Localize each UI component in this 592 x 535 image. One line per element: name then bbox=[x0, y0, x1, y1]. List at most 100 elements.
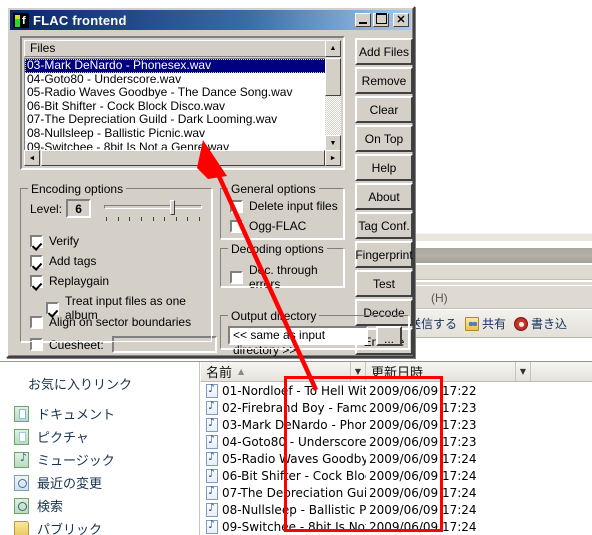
files-horizontal-scrollbar[interactable]: ◄ ► bbox=[24, 150, 341, 166]
list-item[interactable]: 02-Firebrand Boy - Famous… 2009/06/09 17… bbox=[201, 399, 592, 416]
files-list[interactable]: 03-Mark DeNardo - Phonesex.wav 04-Goto80… bbox=[24, 58, 327, 152]
list-item[interactable]: 03-Mark DeNardo - Phonesex.wav bbox=[25, 59, 326, 73]
scroll-right-button[interactable]: ► bbox=[325, 150, 341, 166]
checkbox-align-sector[interactable]: Align on sector boundaries bbox=[30, 315, 191, 329]
checkbox-replaygain-box[interactable] bbox=[30, 274, 43, 288]
files-scroll-up-button[interactable]: ▲ bbox=[325, 40, 341, 57]
checkbox-dec-through-errors-box[interactable] bbox=[230, 270, 243, 284]
toolbar-burn[interactable]: 書き込 bbox=[514, 315, 567, 332]
checkbox-add-tags-box[interactable] bbox=[30, 254, 43, 268]
column-header-name[interactable]: 名前 ▲ bbox=[201, 362, 351, 381]
checkbox-one-album-box[interactable] bbox=[46, 301, 59, 315]
slider-track[interactable] bbox=[104, 205, 202, 209]
music-file-icon bbox=[206, 502, 218, 517]
browse-button[interactable]: ... bbox=[376, 326, 402, 346]
music-file-icon bbox=[206, 451, 218, 466]
cuesheet-input[interactable] bbox=[111, 336, 217, 353]
cuesheet-row[interactable]: Cuesheet: bbox=[30, 336, 217, 353]
file-name-cell: 06-Bit Shifter - Cock Block… bbox=[201, 468, 366, 483]
list-item[interactable]: 05-Radio Waves Goodbye - … 2009/06/09 17… bbox=[201, 450, 592, 467]
fingerprint-button[interactable]: Fingerprint bbox=[355, 241, 413, 268]
pictures-icon bbox=[14, 428, 29, 445]
checkbox-ogg-flac-box[interactable] bbox=[230, 219, 243, 233]
sort-ascending-icon: ▲ bbox=[238, 367, 245, 376]
checkbox-verify[interactable]: Verify bbox=[30, 234, 79, 248]
list-item[interactable]: 07-The Depreciation Guild - Dark Looming… bbox=[25, 113, 326, 127]
file-name-text: 06-Bit Shifter - Cock Block… bbox=[222, 468, 366, 483]
list-item[interactable]: 07-The Depreciation Guild -… 2009/06/09 … bbox=[201, 484, 592, 501]
checkbox-cuesheet-box[interactable] bbox=[30, 338, 43, 351]
files-column-header[interactable]: Files bbox=[24, 40, 327, 57]
column-name-filter-dropdown[interactable]: ▼ bbox=[351, 362, 366, 381]
scroll-left-button[interactable]: ◄ bbox=[24, 150, 40, 166]
explorer-titlebar-strip bbox=[405, 228, 592, 232]
remove-button[interactable]: Remove bbox=[355, 67, 413, 94]
list-item[interactable]: 05-Radio Waves Goodbye - The Dance Song.… bbox=[25, 86, 326, 100]
explorer-menubar[interactable]: (H) bbox=[405, 285, 592, 309]
level-slider[interactable] bbox=[104, 199, 202, 221]
on-top-button[interactable]: On Top bbox=[355, 125, 413, 152]
checkbox-delete-input-files-box[interactable] bbox=[230, 199, 243, 213]
add-files-button[interactable]: Add Files bbox=[355, 38, 413, 65]
about-button[interactable]: About bbox=[355, 183, 413, 210]
music-file-icon bbox=[206, 434, 218, 449]
checkbox-ogg-flac[interactable]: Ogg-FLAC bbox=[230, 219, 306, 233]
column-header-date[interactable]: 更新日時 bbox=[366, 362, 516, 381]
burn-icon bbox=[514, 316, 529, 331]
output-directory-input[interactable]: << same as input directory >> bbox=[228, 326, 368, 357]
list-item[interactable]: 06-Bit Shifter - Cock Block… 2009/06/09 … bbox=[201, 467, 592, 484]
nav-item-search[interactable]: 検索 bbox=[0, 494, 200, 517]
file-name-text: 09-Switchee - 8bit Is Not a … bbox=[222, 519, 366, 534]
clear-button[interactable]: Clear bbox=[355, 96, 413, 123]
list-item[interactable]: 08-Nullsleep - Ballistic Pic… 2009/06/09… bbox=[201, 501, 592, 518]
close-button[interactable]: ✕ bbox=[393, 13, 409, 27]
toolbar-send-to[interactable]: 送信する bbox=[409, 315, 457, 332]
flac-frontend-window: f FLAC frontend ✕ Files ▲ 03-Mark DeNard… bbox=[6, 6, 415, 358]
flac-titlebar[interactable]: f FLAC frontend ✕ bbox=[10, 10, 411, 30]
output-directory-group: Output directory << same as input direct… bbox=[220, 309, 410, 357]
explorer-body: お気に入りリンク ドキュメント ピクチャ ミュージック bbox=[0, 361, 592, 535]
file-name-text: 04-Goto80 - Underscore.wav bbox=[222, 434, 366, 449]
nav-item-music[interactable]: ミュージック bbox=[0, 448, 200, 471]
slider-thumb[interactable] bbox=[170, 200, 175, 215]
help-button[interactable]: Help bbox=[355, 154, 413, 181]
list-item[interactable]: 09-Switchee - 8bit Is Not a … 2009/06/09… bbox=[201, 518, 592, 535]
list-item[interactable]: 03-Mark DeNardo - Phones… 2009/06/09 17:… bbox=[201, 416, 592, 433]
public-folder-icon bbox=[14, 520, 29, 535]
checkbox-delete-input-files[interactable]: Delete input files bbox=[230, 199, 338, 213]
file-name-text: 01-Nordloef - To Hell With … bbox=[222, 383, 366, 398]
toolbar-share[interactable]: 共有 bbox=[465, 315, 506, 332]
checkbox-align-sector-box[interactable] bbox=[30, 315, 43, 329]
list-item[interactable]: 06-Bit Shifter - Cock Block Disco.wav bbox=[25, 99, 326, 114]
checkbox-verify-box[interactable] bbox=[30, 234, 43, 248]
music-file-icon bbox=[206, 400, 218, 415]
search-icon bbox=[14, 497, 29, 514]
files-vertical-scrollbar[interactable]: ▼ bbox=[325, 58, 341, 152]
toolbar-burn-label: 書き込 bbox=[531, 317, 568, 331]
checkbox-dec-through-errors[interactable]: Dec. through errors bbox=[230, 263, 344, 291]
list-item[interactable]: 04-Goto80 - Underscore.wav 2009/06/09 17… bbox=[201, 433, 592, 450]
nav-item-documents[interactable]: ドキュメント bbox=[0, 402, 200, 425]
explorer-address-bar[interactable] bbox=[405, 233, 592, 241]
checkbox-replaygain[interactable]: Replaygain bbox=[30, 274, 109, 288]
list-item[interactable]: 04-Goto80 - Underscore.wav bbox=[25, 72, 326, 87]
horizontal-scrollbar-thumb[interactable] bbox=[41, 150, 325, 166]
tag-conf-button[interactable]: Tag Conf. bbox=[355, 212, 413, 239]
nav-item-public[interactable]: パブリック bbox=[0, 517, 200, 535]
share-icon bbox=[465, 316, 480, 331]
general-options-legend: General options bbox=[228, 182, 319, 196]
nav-item-music-label: ミュージック bbox=[37, 454, 115, 469]
nav-item-pictures[interactable]: ピクチャ bbox=[0, 425, 200, 448]
test-button[interactable]: Test bbox=[355, 270, 413, 297]
list-item[interactable]: 08-Nullsleep - Ballistic Picnic.wav bbox=[25, 126, 326, 141]
vertical-scrollbar-track[interactable] bbox=[325, 96, 341, 135]
minimize-button[interactable] bbox=[355, 13, 371, 27]
file-name-cell: 03-Mark DeNardo - Phones… bbox=[201, 417, 366, 432]
list-item[interactable]: 01-Nordloef - To Hell With … 2009/06/09 … bbox=[201, 382, 592, 399]
checkbox-add-tags[interactable]: Add tags bbox=[30, 254, 96, 268]
vertical-scrollbar-thumb[interactable] bbox=[325, 58, 341, 96]
flac-logo-icon: f bbox=[13, 12, 29, 28]
nav-item-recent-changes[interactable]: 最近の変更 bbox=[0, 471, 200, 494]
maximize-button[interactable] bbox=[373, 13, 389, 27]
column-date-filter-dropdown[interactable]: ▼ bbox=[516, 362, 531, 381]
